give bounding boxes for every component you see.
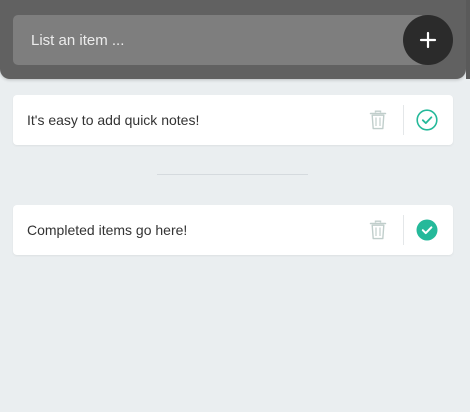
item-text: It's easy to add quick notes! xyxy=(27,112,200,128)
check-circle-filled-icon[interactable] xyxy=(416,219,438,241)
item-divider xyxy=(403,105,404,135)
item-divider xyxy=(403,215,404,245)
check-circle-outline-icon[interactable] xyxy=(416,109,438,131)
header-edge xyxy=(466,0,470,79)
header-bar xyxy=(0,0,466,79)
plus-icon xyxy=(419,31,437,49)
new-item-input[interactable] xyxy=(13,15,425,65)
list-item: It's easy to add quick notes! xyxy=(13,95,453,145)
todo-app: It's easy to add quick notes! Completed … xyxy=(0,0,470,412)
item-text: Completed items go here! xyxy=(27,222,188,238)
trash-icon[interactable] xyxy=(369,220,387,240)
list-item: Completed items go here! xyxy=(13,205,453,255)
add-item-button[interactable] xyxy=(403,15,453,65)
trash-icon[interactable] xyxy=(369,110,387,130)
section-divider xyxy=(157,174,308,175)
